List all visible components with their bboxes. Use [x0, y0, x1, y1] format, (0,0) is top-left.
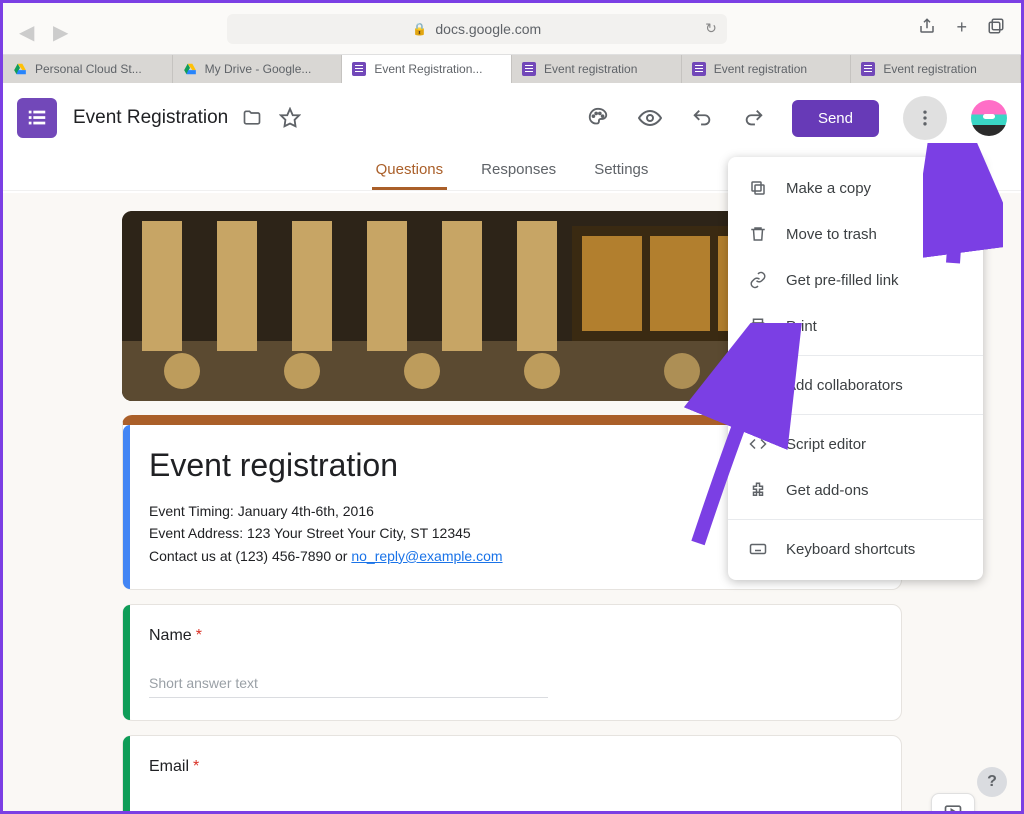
forward-button[interactable]: ▶: [53, 20, 71, 38]
help-button[interactable]: ?: [977, 767, 1007, 797]
menu-prefilled-link[interactable]: Get pre-filled link: [728, 257, 983, 303]
share-icon[interactable]: [918, 17, 936, 40]
tab-responses[interactable]: Responses: [477, 153, 560, 190]
forms-icon: [352, 62, 366, 76]
preview-icon[interactable]: [636, 104, 664, 132]
browser-tab-3[interactable]: Event registration: [512, 55, 682, 83]
contact-email-link[interactable]: no_reply@example.com: [351, 548, 502, 564]
menu-get-addons[interactable]: Get add-ons: [728, 467, 983, 513]
app-header: Event Registration Send: [3, 83, 1021, 153]
question-card-email[interactable]: Email*: [122, 735, 902, 811]
folder-icon[interactable]: [238, 104, 266, 132]
url-text: docs.google.com: [435, 21, 541, 37]
question-label: Email*: [149, 758, 875, 776]
side-toolbar: [931, 793, 975, 811]
new-tab-icon[interactable]: +: [956, 17, 967, 40]
code-icon: [748, 435, 768, 453]
address-bar[interactable]: 🔒 docs.google.com ↻: [227, 14, 727, 44]
browser-tab-0[interactable]: Personal Cloud St...: [3, 55, 173, 83]
tab-label: Event Registration...: [374, 62, 482, 76]
menu-print[interactable]: Print: [728, 303, 983, 349]
menu-move-trash[interactable]: Move to trash: [728, 211, 983, 257]
back-button[interactable]: ◀: [19, 20, 37, 38]
reload-icon[interactable]: ↻: [705, 20, 717, 37]
question-input-placeholder[interactable]: Short answer text: [149, 669, 548, 698]
drive-icon: [13, 62, 27, 76]
browser-tab-2[interactable]: Event Registration...: [342, 55, 512, 83]
more-button[interactable]: [903, 96, 947, 140]
link-icon: [748, 271, 768, 289]
add-person-icon: [748, 376, 768, 394]
menu-add-collaborators[interactable]: Add collaborators: [728, 362, 983, 408]
browser-tab-1[interactable]: My Drive - Google...: [173, 55, 343, 83]
lock-icon: 🔒: [412, 22, 427, 36]
question-label: Name*: [149, 627, 875, 645]
browser-toolbar: ◀ ▶ 🔒 docs.google.com ↻ +: [3, 3, 1021, 55]
keyboard-icon: [748, 540, 768, 558]
copy-icon: [748, 179, 768, 197]
trash-icon: [748, 225, 768, 243]
more-menu: Make a copy Move to trash Get pre-filled…: [728, 157, 983, 580]
undo-icon[interactable]: [688, 104, 716, 132]
send-button[interactable]: Send: [792, 100, 879, 137]
star-icon[interactable]: [276, 104, 304, 132]
question-card-name[interactable]: Name* Short answer text: [122, 604, 902, 721]
theme-icon[interactable]: [584, 104, 612, 132]
browser-tab-4[interactable]: Event registration: [682, 55, 852, 83]
drive-icon: [183, 62, 197, 76]
addon-icon: [748, 481, 768, 499]
tab-label: My Drive - Google...: [205, 62, 312, 76]
add-video-icon[interactable]: [943, 802, 963, 811]
tab-label: Event registration: [883, 62, 976, 76]
menu-make-copy[interactable]: Make a copy: [728, 165, 983, 211]
tabs-icon[interactable]: [987, 17, 1005, 40]
tab-label: Event registration: [714, 62, 807, 76]
menu-keyboard-shortcuts[interactable]: Keyboard shortcuts: [728, 526, 983, 572]
forms-icon: [861, 62, 875, 76]
tab-strip: Personal Cloud St... My Drive - Google..…: [3, 55, 1021, 83]
browser-tab-5[interactable]: Event registration: [851, 55, 1021, 83]
menu-script-editor[interactable]: Script editor: [728, 421, 983, 467]
tab-label: Event registration: [544, 62, 637, 76]
tab-questions[interactable]: Questions: [372, 153, 448, 190]
forms-icon: [522, 62, 536, 76]
print-icon: [748, 317, 768, 335]
forms-icon: [692, 62, 706, 76]
tab-label: Personal Cloud St...: [35, 62, 142, 76]
tab-settings[interactable]: Settings: [590, 153, 652, 190]
doc-title[interactable]: Event Registration: [73, 107, 228, 129]
avatar[interactable]: [971, 100, 1007, 136]
forms-logo[interactable]: [17, 98, 57, 138]
redo-icon[interactable]: [740, 104, 768, 132]
